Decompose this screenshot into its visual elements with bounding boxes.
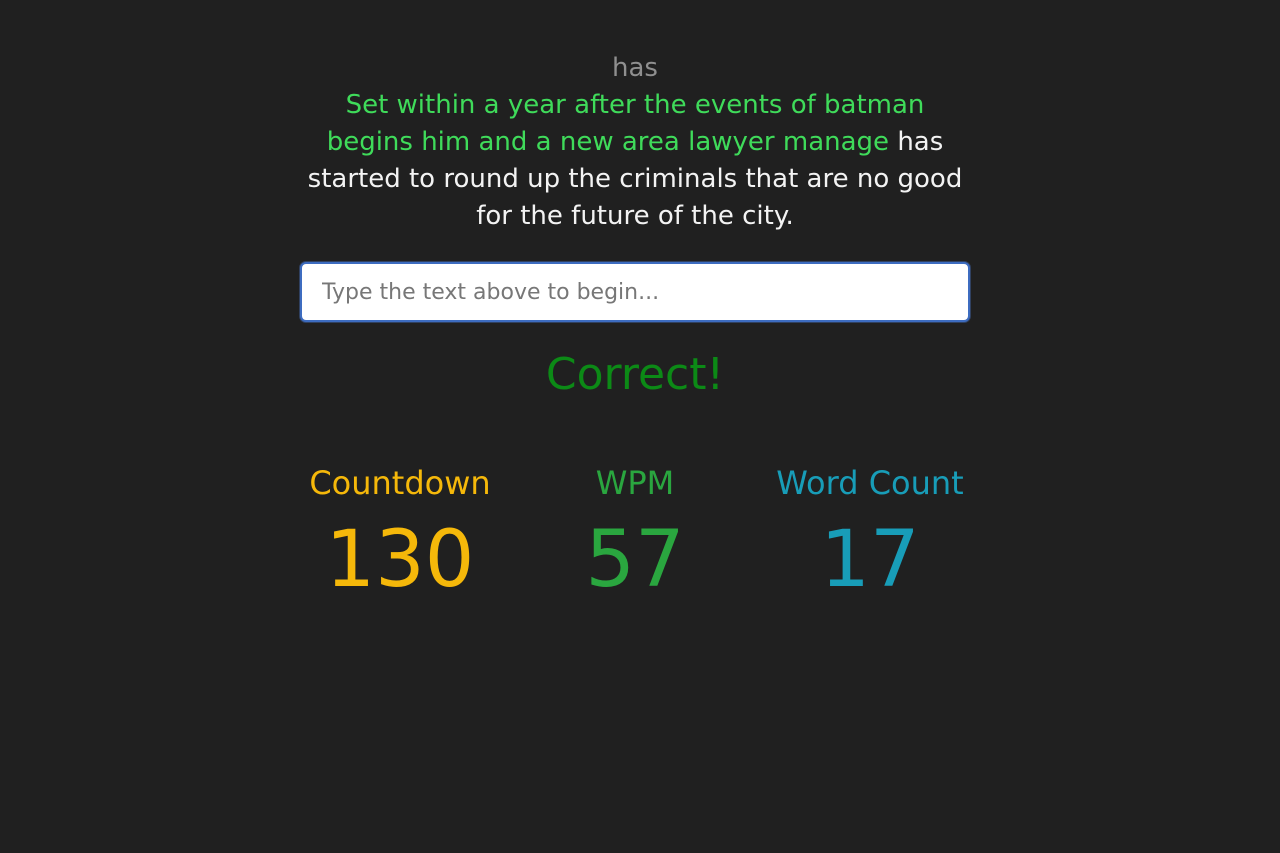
passage-typed-text: Set within a year after the events of ba… bbox=[326, 90, 925, 157]
word-count-label: Word Count bbox=[776, 464, 964, 502]
countdown-label: Countdown bbox=[309, 464, 491, 502]
countdown-value: 130 bbox=[325, 515, 475, 605]
current-word: has bbox=[612, 53, 658, 83]
typing-input-wrapper bbox=[300, 262, 970, 322]
typing-input[interactable] bbox=[300, 262, 970, 322]
wpm-label: WPM bbox=[595, 464, 675, 502]
wpm-value: 57 bbox=[585, 515, 685, 605]
word-count-value: 17 bbox=[820, 515, 920, 605]
status-message: Correct! bbox=[545, 349, 725, 400]
passage-text: Set within a year after the events of ba… bbox=[300, 87, 970, 235]
word-count-stat: Word Count 17 bbox=[770, 460, 970, 610]
countdown-stat: Countdown 130 bbox=[300, 460, 500, 610]
wpm-stat: WPM 57 bbox=[535, 460, 735, 610]
stats-panel: Countdown 130 WPM 57 Word Count 17 bbox=[300, 460, 970, 610]
